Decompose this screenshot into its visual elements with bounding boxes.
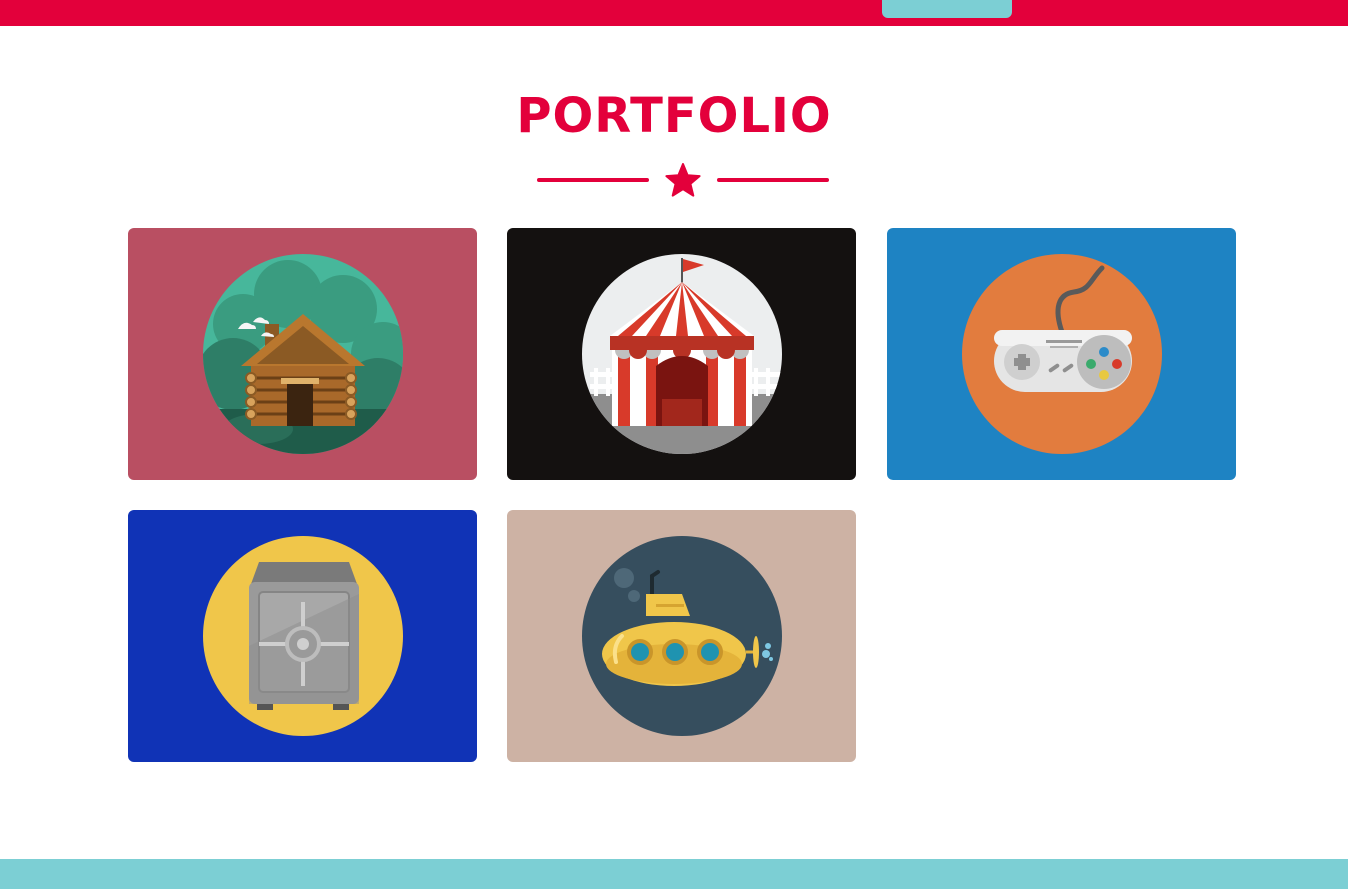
- portfolio-item-circus[interactable]: [507, 228, 856, 480]
- divider-line-left: [537, 178, 649, 182]
- title-divider: [537, 163, 829, 199]
- log-cabin-icon: [203, 254, 403, 454]
- game-controller-icon: [962, 254, 1162, 454]
- portfolio-item-submarine[interactable]: [507, 510, 856, 762]
- footer-bar: [0, 859, 1348, 889]
- submarine-icon: [582, 536, 782, 736]
- portfolio-item-safe[interactable]: [128, 510, 477, 762]
- nav-tab-active[interactable]: [882, 0, 1012, 18]
- portfolio-item-cabin[interactable]: [128, 228, 477, 480]
- portfolio-item-controller[interactable]: [887, 228, 1236, 480]
- star-icon: [665, 163, 701, 197]
- divider-line-right: [717, 178, 829, 182]
- circus-tent-icon: [582, 254, 782, 454]
- section-title: PORTFOLIO: [516, 88, 832, 144]
- safe-icon: [203, 536, 403, 736]
- top-nav-bar: [0, 0, 1348, 26]
